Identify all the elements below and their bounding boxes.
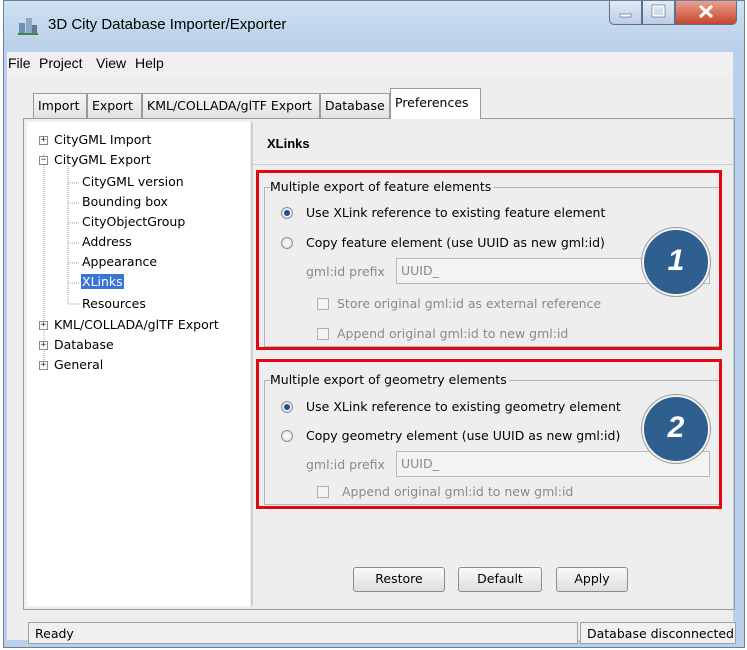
tree-item-bounding-box[interactable]: Bounding box (82, 194, 168, 209)
tree-item-xlinks[interactable]: XLinks (81, 274, 124, 289)
highlight-box-feature (256, 170, 722, 350)
minimize-button[interactable] (609, 1, 642, 25)
panel-title: XLinks (267, 136, 310, 151)
tab-kml-export[interactable]: KML/COLLADA/glTF Export (142, 93, 320, 118)
apply-button[interactable]: Apply (556, 567, 628, 592)
menu-help[interactable]: Help (135, 55, 164, 71)
tree-item-citygml-version[interactable]: CityGML version (82, 174, 184, 189)
expand-icon[interactable]: + (39, 321, 48, 330)
status-message: Ready (28, 622, 578, 644)
database-status: Database disconnected (580, 622, 736, 644)
panel-title-divider (253, 164, 733, 165)
tab-export[interactable]: Export (87, 93, 142, 118)
restore-button[interactable]: Restore (353, 567, 445, 592)
maximize-button[interactable] (642, 1, 675, 25)
menu-view[interactable]: View (96, 55, 126, 71)
expand-icon[interactable]: + (39, 361, 48, 370)
app-icon (18, 18, 38, 35)
expand-icon[interactable]: + (39, 136, 48, 145)
tree-item-kml-export[interactable]: KML/COLLADA/glTF Export (54, 317, 219, 332)
tab-import[interactable]: Import (33, 93, 87, 118)
tree-item-citygml-export[interactable]: CityGML Export (54, 152, 151, 167)
menu-bar: File Project View Help (7, 52, 733, 76)
tree-item-citygml-import[interactable]: CityGML Import (54, 132, 151, 147)
highlight-box-geometry (256, 359, 722, 509)
minimize-icon (619, 13, 632, 18)
close-button[interactable] (675, 1, 737, 25)
expand-icon[interactable]: + (39, 341, 48, 350)
menu-file[interactable]: File (8, 55, 31, 71)
maximize-icon (651, 4, 666, 18)
collapse-icon[interactable]: − (39, 156, 48, 165)
tree-item-cityobjectgroup[interactable]: CityObjectGroup (82, 214, 185, 229)
menu-project[interactable]: Project (39, 55, 83, 71)
default-button[interactable]: Default (458, 567, 542, 592)
tree-item-general[interactable]: General (54, 357, 103, 372)
tree-item-appearance[interactable]: Appearance (82, 254, 157, 269)
tree-item-database[interactable]: Database (54, 337, 114, 352)
window-title: 3D City Database Importer/Exporter (48, 16, 287, 33)
tree-item-resources[interactable]: Resources (82, 296, 146, 311)
tree-item-address[interactable]: Address (82, 234, 132, 249)
tab-database[interactable]: Database (320, 93, 390, 118)
close-icon (698, 4, 714, 19)
tab-preferences[interactable]: Preferences (390, 88, 481, 119)
